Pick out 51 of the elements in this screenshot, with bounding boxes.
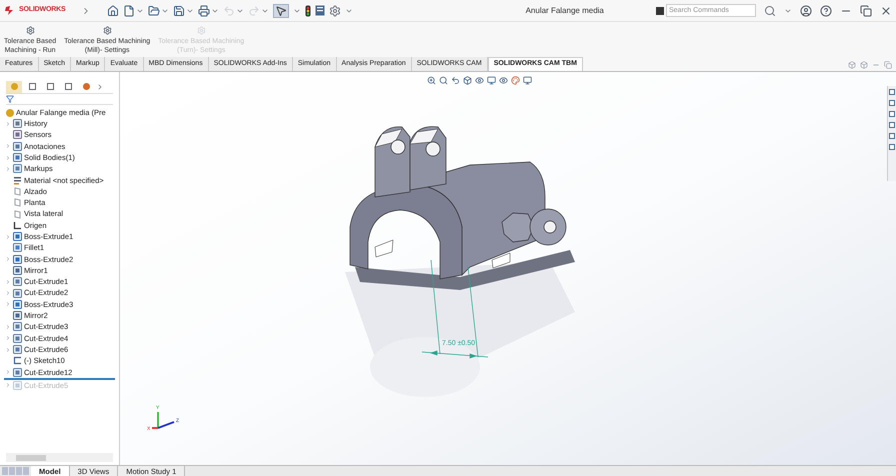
folder-icon[interactable] — [148, 4, 160, 16]
material-icon — [13, 176, 22, 185]
section-view-icon[interactable] — [463, 76, 472, 85]
body-icon — [13, 153, 22, 162]
markup-icon — [13, 164, 22, 174]
command-icon — [656, 6, 664, 14]
extrude-icon — [13, 232, 22, 242]
part-icon — [6, 108, 14, 116]
origin-icon — [13, 220, 22, 230]
traffic-light-icon[interactable] — [305, 4, 312, 16]
rollback-bar[interactable] — [4, 378, 115, 380]
fillet-icon — [13, 243, 22, 252]
display-style-icon[interactable] — [487, 76, 496, 85]
triad-drawing — [152, 412, 174, 429]
save-icon[interactable] — [173, 4, 186, 16]
gear-icon — [102, 26, 112, 35]
logo-icon — [4, 5, 15, 16]
tab-scroll-icon[interactable] — [96, 82, 104, 90]
sketch-icon — [13, 356, 22, 366]
history-icon — [13, 119, 22, 128]
help-icon[interactable] — [820, 4, 832, 16]
select-button[interactable] — [273, 4, 290, 18]
annotation-icon — [13, 142, 22, 151]
sensor-icon — [13, 130, 22, 140]
viewport-tile-icon[interactable] — [848, 61, 856, 69]
zoom-fit-icon[interactable] — [427, 76, 436, 85]
filter-icon[interactable] — [6, 95, 14, 103]
gear-icon — [26, 26, 35, 35]
viewport-split-icon[interactable] — [860, 61, 868, 69]
extrude-icon — [13, 300, 22, 309]
file-properties-icon[interactable] — [315, 5, 326, 16]
view-orientation-icon[interactable] — [475, 76, 484, 85]
settings-icon[interactable] — [329, 4, 342, 16]
previous-view-icon[interactable] — [451, 76, 460, 85]
view-settings-icon[interactable] — [523, 76, 532, 85]
mirror-icon — [13, 266, 22, 275]
new-document-icon[interactable] — [123, 4, 136, 16]
home-icon[interactable] — [107, 4, 120, 16]
zoom-area-icon[interactable] — [439, 76, 448, 85]
close-icon[interactable] — [880, 4, 892, 16]
search-icon[interactable] — [764, 4, 776, 16]
print-icon[interactable] — [198, 4, 210, 16]
viewport-restore-icon[interactable] — [884, 61, 892, 69]
gear-icon — [196, 26, 206, 35]
mirror-icon — [13, 311, 22, 320]
restore-icon[interactable] — [860, 4, 872, 16]
extrude-icon — [13, 254, 22, 264]
hide-show-icon[interactable] — [499, 76, 508, 85]
window-title: Anular Falange media — [526, 4, 604, 16]
account-icon[interactable] — [800, 4, 812, 16]
horizontal-scrollbar[interactable] — [6, 453, 113, 462]
